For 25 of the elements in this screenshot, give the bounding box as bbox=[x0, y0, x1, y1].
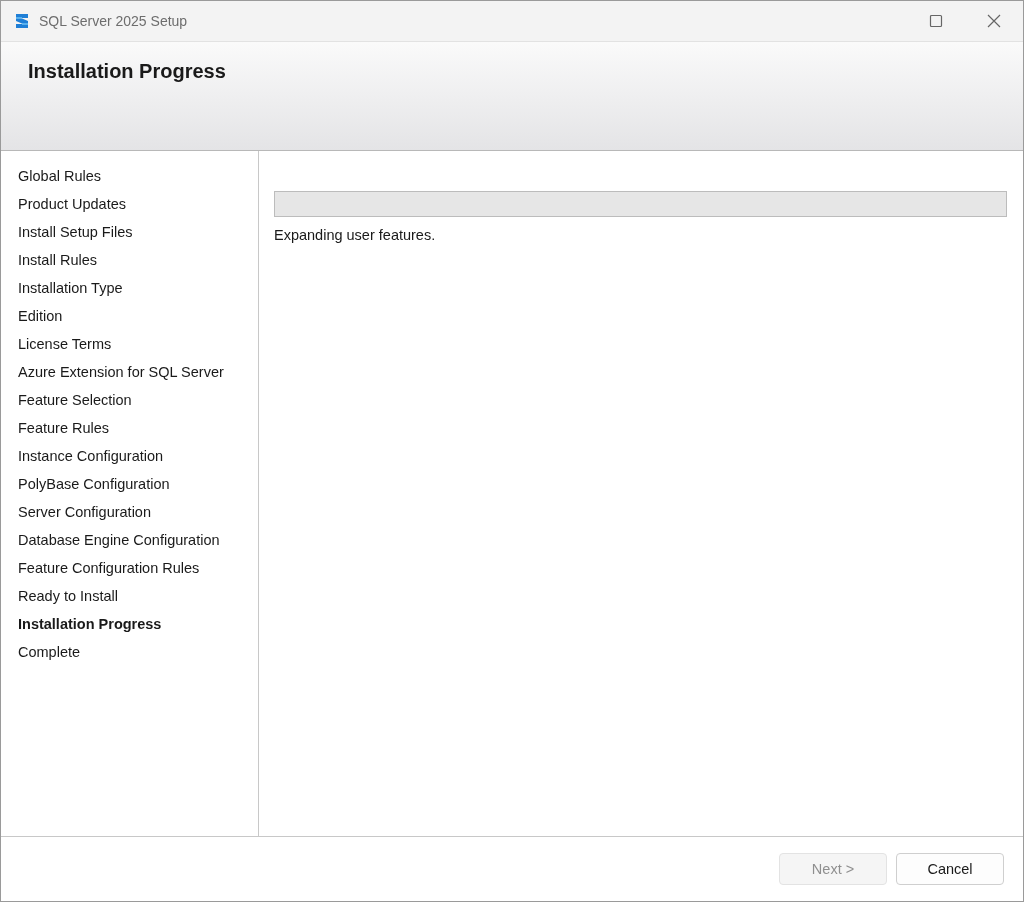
step-item: Feature Configuration Rules bbox=[17, 559, 201, 578]
step-item: Azure Extension for SQL Server bbox=[17, 363, 225, 382]
step-item: Install Setup Files bbox=[17, 223, 134, 242]
maximize-icon bbox=[929, 14, 943, 28]
step-item: Feature Rules bbox=[17, 419, 111, 438]
close-icon bbox=[987, 14, 1001, 28]
window-title: SQL Server 2025 Setup bbox=[39, 13, 189, 29]
step-item: Server Configuration bbox=[17, 503, 152, 522]
step-item: PolyBase Configuration bbox=[17, 475, 171, 494]
step-item: Installation Type bbox=[17, 279, 124, 298]
app-logo-icon bbox=[13, 12, 31, 30]
step-item: Install Rules bbox=[17, 251, 98, 270]
step-item: Database Engine Configuration bbox=[17, 531, 221, 550]
page-title: Installation Progress bbox=[28, 60, 226, 82]
step-item: Edition bbox=[17, 307, 64, 326]
cancel-button[interactable]: Cancel bbox=[896, 853, 1004, 885]
step-item: Global Rules bbox=[17, 167, 102, 186]
status-text: Expanding user features. bbox=[274, 227, 437, 243]
step-item: Product Updates bbox=[17, 195, 127, 214]
step-item: Feature Selection bbox=[17, 391, 133, 410]
step-item: License Terms bbox=[17, 335, 113, 354]
step-item: Instance Configuration bbox=[17, 447, 165, 466]
step-item: Installation Progress bbox=[17, 615, 163, 634]
step-item: Ready to Install bbox=[17, 587, 119, 606]
step-item: Complete bbox=[17, 643, 82, 662]
